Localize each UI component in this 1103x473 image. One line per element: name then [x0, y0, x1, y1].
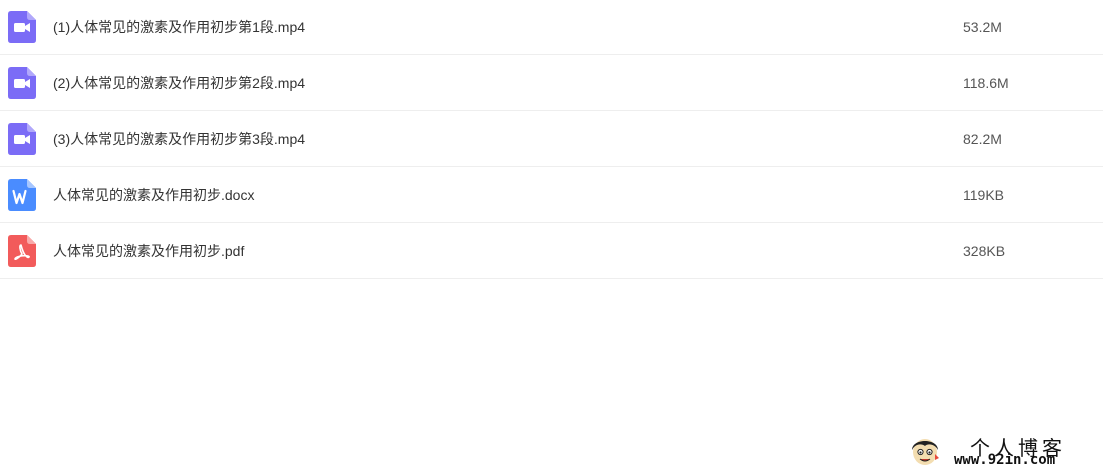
- avatar-face-icon: [912, 439, 939, 465]
- file-name[interactable]: 人体常见的激素及作用初步.pdf: [53, 241, 244, 261]
- file-size: 328KB: [963, 242, 1006, 259]
- file-name[interactable]: (2)人体常见的激素及作用初步第2段.mp4: [53, 73, 305, 93]
- site-watermark: 个人博客 www.92in.com: [908, 432, 1098, 470]
- file-name[interactable]: 人体常见的激素及作用初步.docx: [53, 185, 254, 205]
- file-row-pdf[interactable]: 人体常见的激素及作用初步.pdf 328KB: [0, 223, 1103, 279]
- file-name[interactable]: (1)人体常见的激素及作用初步第1段.mp4: [53, 17, 305, 37]
- video-file-icon: [8, 122, 36, 155]
- file-row-video-3[interactable]: (3)人体常见的激素及作用初步第3段.mp4 82.2M: [0, 111, 1103, 167]
- file-row-video-2[interactable]: (2)人体常见的激素及作用初步第2段.mp4 118.6M: [0, 55, 1103, 111]
- watermark-url: www.92in.com: [954, 452, 1056, 468]
- pdf-file-icon: [8, 234, 36, 267]
- video-file-icon: [8, 11, 36, 43]
- file-size: 118.6M: [963, 74, 1009, 91]
- file-row-docx[interactable]: 人体常见的激素及作用初步.docx 119KB: [0, 167, 1103, 223]
- video-file-icon: [8, 66, 36, 99]
- word-file-icon: [8, 178, 36, 211]
- file-size: 82.2M: [963, 130, 1002, 147]
- file-name[interactable]: (3)人体常见的激素及作用初步第3段.mp4: [53, 129, 305, 149]
- file-size: 119KB: [963, 186, 1004, 203]
- file-row-video-1[interactable]: (1)人体常见的激素及作用初步第1段.mp4 53.2M: [0, 0, 1103, 55]
- file-size: 53.2M: [963, 19, 1002, 35]
- file-list: (1)人体常见的激素及作用初步第1段.mp4 53.2M (2)人体常见的激素及…: [0, 0, 1103, 279]
